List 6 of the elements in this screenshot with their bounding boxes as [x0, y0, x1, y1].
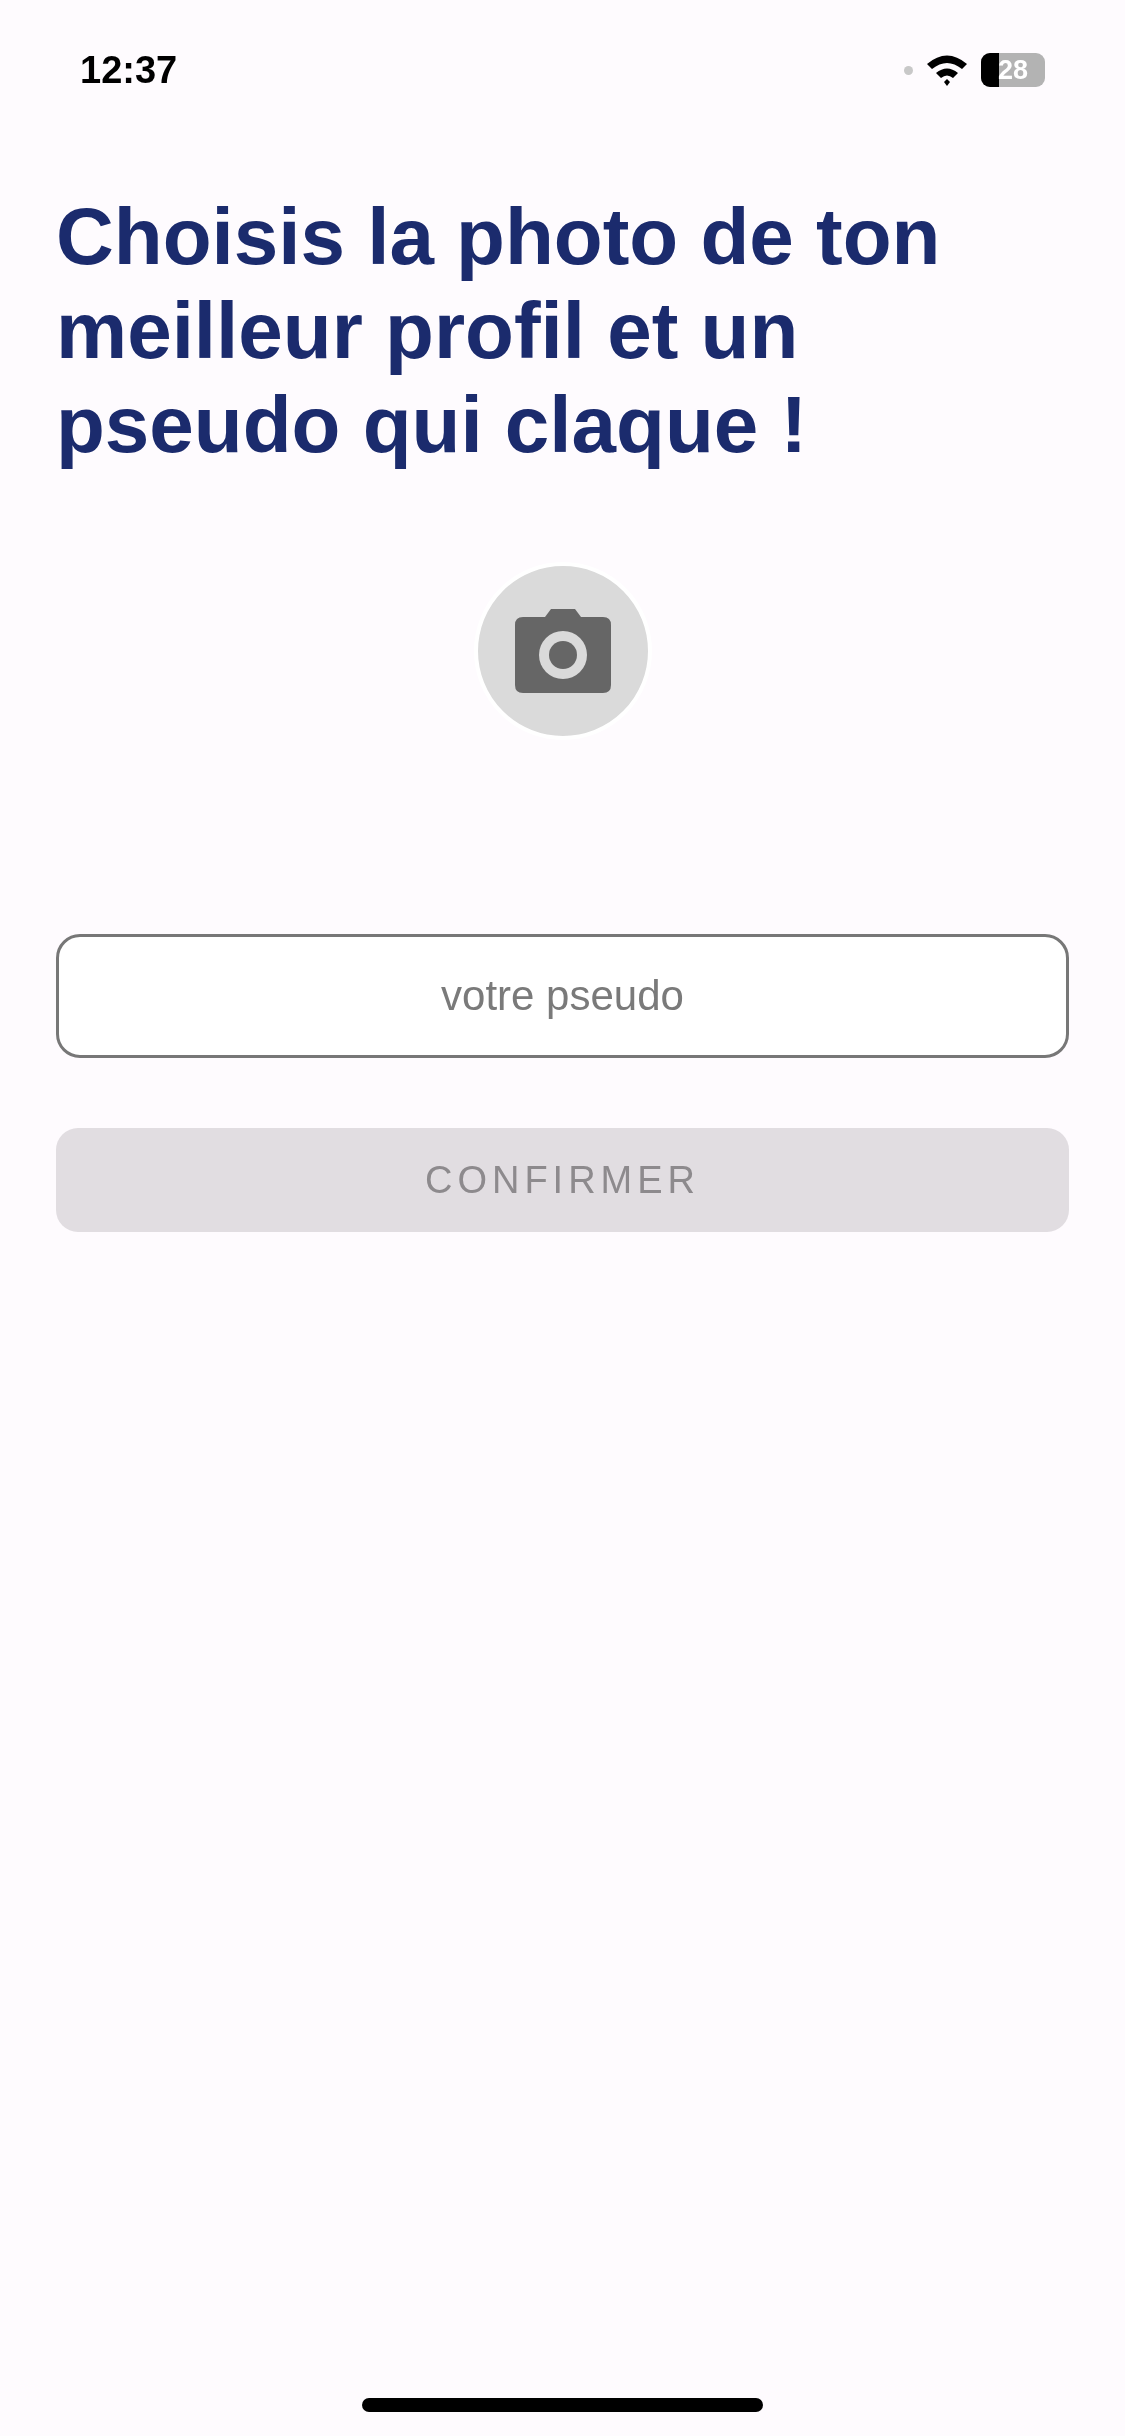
- battery-icon: 28: [981, 53, 1045, 87]
- status-time: 12:37: [80, 47, 178, 93]
- pseudo-field[interactable]: votre pseudo: [56, 934, 1069, 1058]
- camera-icon: [514, 607, 611, 695]
- page-title: Choisis la photo de ton meilleur profil et un pseudo qui claque !: [56, 191, 942, 471]
- wifi-icon: [925, 53, 969, 87]
